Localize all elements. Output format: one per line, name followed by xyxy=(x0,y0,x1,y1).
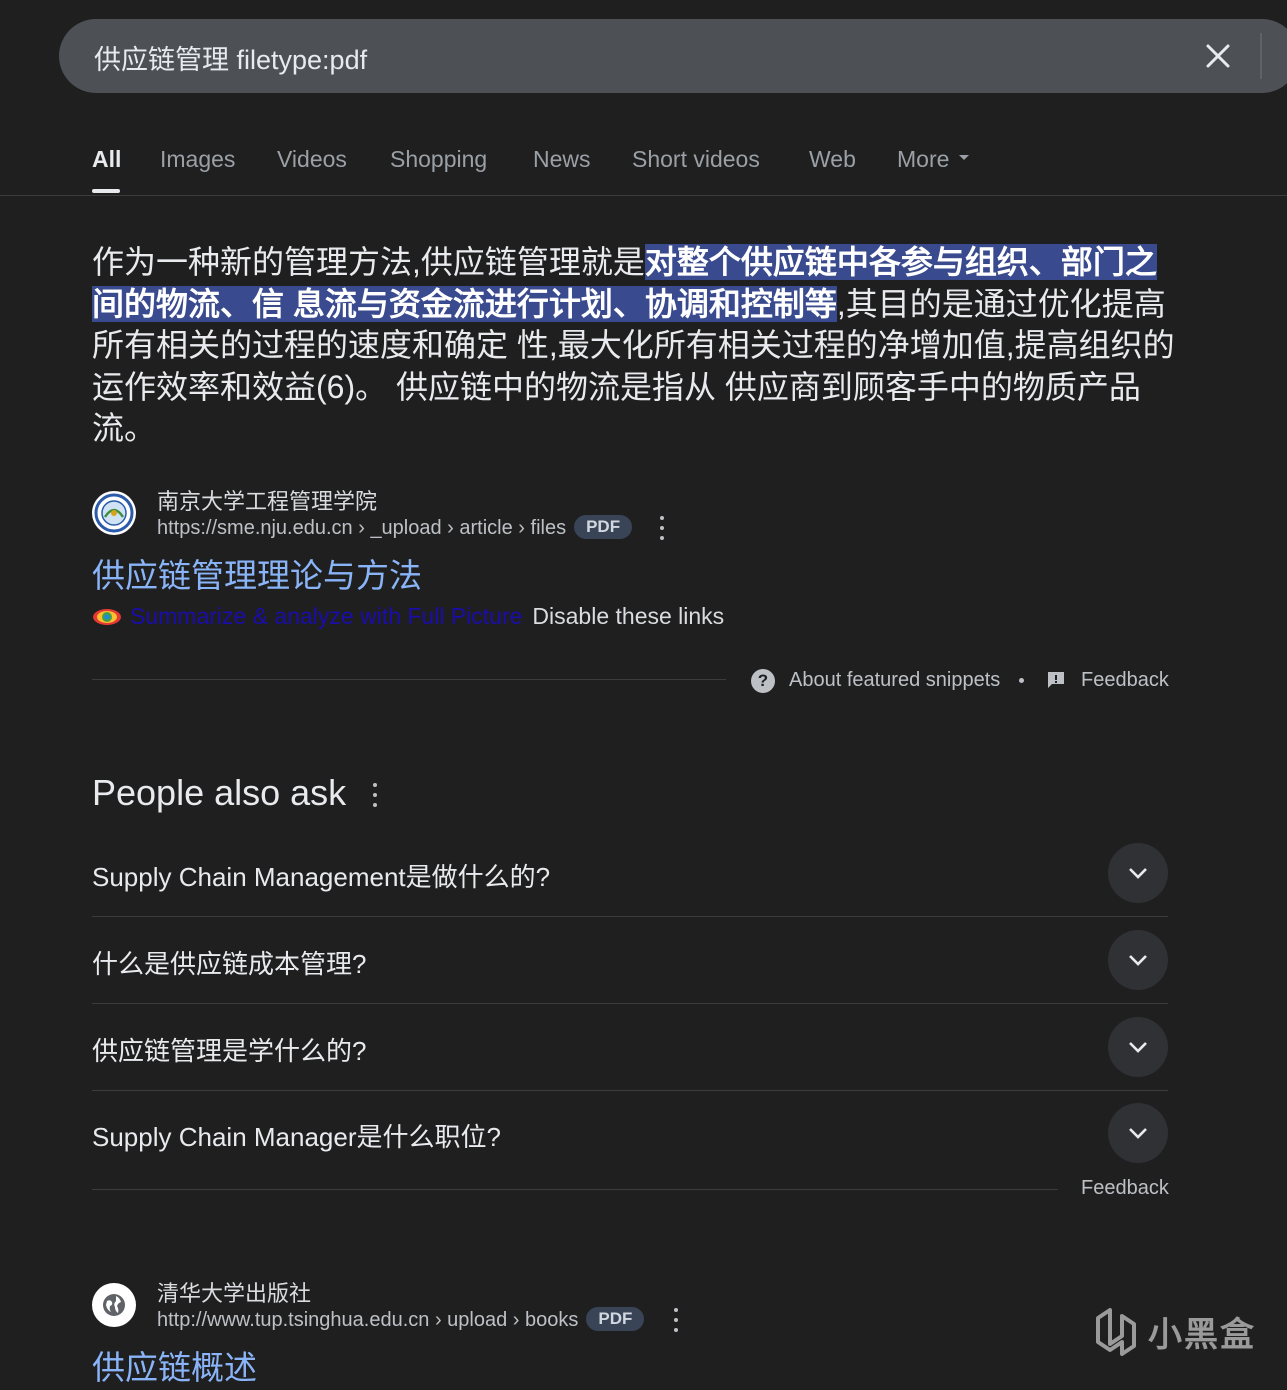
feedback-icon xyxy=(1048,672,1064,688)
about-featured-snippets-link[interactable]: About featured snippets xyxy=(789,669,1000,692)
chevron-down-icon xyxy=(1129,1042,1147,1053)
paa-options-icon[interactable] xyxy=(372,783,378,807)
active-tab-indicator xyxy=(92,189,120,193)
chevron-down-icon xyxy=(1129,1128,1147,1139)
paa-question-text: Supply Chain Manager是什么职位? xyxy=(92,1122,501,1152)
tab-shopping[interactable]: Shopping xyxy=(390,146,487,173)
disable-links-link[interactable]: Disable these links xyxy=(532,603,724,629)
separator-dot xyxy=(1019,678,1024,683)
result-options-icon[interactable] xyxy=(659,516,665,540)
tab-short-videos[interactable]: Short videos xyxy=(632,146,760,173)
paa-question[interactable]: 什么是供应链成本管理? xyxy=(92,917,1168,1004)
globe-icon xyxy=(103,1294,125,1316)
tab-images[interactable]: Images xyxy=(160,146,235,173)
snippet-feedback-link[interactable]: Feedback xyxy=(1081,669,1169,692)
paa-question[interactable]: Supply Chain Management是做什么的? xyxy=(92,830,1168,917)
site-url[interactable]: https://sme.nju.edu.cn › _upload › artic… xyxy=(157,515,633,540)
paa-question-text: Supply Chain Management是做什么的? xyxy=(92,862,551,892)
paa-question-text: 供应链管理是学什么的? xyxy=(92,1036,367,1066)
watermark-text: 小黑盒 xyxy=(1148,1315,1256,1354)
site-url[interactable]: http://www.tup.tsinghua.edu.cn › upload … xyxy=(157,1307,645,1332)
result-title-link[interactable]: 供应链管理理论与方法 xyxy=(92,549,422,597)
help-icon: ? xyxy=(751,669,775,693)
featured-snippet-text: 作为一种新的管理方法,供应链管理就是对整个供应链中各参与组织、部门之间的物流、信… xyxy=(92,242,1182,450)
tab-all[interactable]: All xyxy=(92,146,121,173)
paa-question-text: 什么是供应链成本管理? xyxy=(92,949,367,979)
result-options-icon[interactable] xyxy=(673,1308,679,1332)
chevron-down-icon xyxy=(1129,868,1147,879)
search-tabs: All Images Videos Shopping News Short vi… xyxy=(0,140,1287,196)
people-also-ask-title: People also ask xyxy=(92,772,347,813)
full-picture-eye-icon xyxy=(93,609,121,625)
university-seal-icon xyxy=(94,493,134,533)
pdf-badge: PDF xyxy=(574,515,633,539)
tab-more-label: More xyxy=(897,146,950,172)
snippet-divider xyxy=(92,679,726,680)
result-title-link[interactable]: 供应链概述 xyxy=(92,1341,257,1389)
expand-button[interactable] xyxy=(1108,843,1168,903)
paa-divider xyxy=(92,1189,1058,1190)
site-name: 清华大学出版社 xyxy=(157,1281,312,1306)
tab-news[interactable]: News xyxy=(533,146,591,173)
close-icon xyxy=(1206,44,1230,68)
snippet-text-before: 作为一种新的管理方法,供应链管理就是 xyxy=(92,244,645,280)
expand-button[interactable] xyxy=(1108,930,1168,990)
paa-feedback-link[interactable]: Feedback xyxy=(1081,1177,1169,1200)
xiaoheihe-logo-icon xyxy=(1096,1308,1136,1356)
paa-question[interactable]: Supply Chain Manager是什么职位? xyxy=(92,1090,1168,1176)
paa-question[interactable]: 供应链管理是学什么的? xyxy=(92,1004,1168,1091)
expand-button[interactable] xyxy=(1108,1017,1168,1077)
site-name: 南京大学工程管理学院 xyxy=(157,489,378,514)
extension-links: Summarize & analyze with Full Picture Dis… xyxy=(92,603,724,630)
tab-web[interactable]: Web xyxy=(809,146,856,173)
search-bar[interactable]: 供应链管理 filetype:pdf xyxy=(59,19,1287,93)
summarize-link[interactable]: Summarize & analyze with Full Picture xyxy=(130,603,522,629)
search-input[interactable]: 供应链管理 filetype:pdf xyxy=(94,38,367,77)
clear-search-button[interactable] xyxy=(1199,37,1237,75)
pdf-badge: PDF xyxy=(586,1307,645,1331)
site-favicon xyxy=(92,491,136,535)
search-results-page: 供应链管理 filetype:pdf All Images Videos Sho… xyxy=(0,0,1287,1390)
chevron-down-icon xyxy=(1129,955,1147,966)
tab-videos[interactable]: Videos xyxy=(277,146,347,173)
site-url-text: http://www.tup.tsinghua.edu.cn › upload … xyxy=(157,1309,579,1331)
search-bar-divider xyxy=(1260,33,1262,79)
site-url-text: https://sme.nju.edu.cn › _upload › artic… xyxy=(157,517,567,539)
caret-down-icon xyxy=(959,155,970,161)
expand-button[interactable] xyxy=(1108,1103,1168,1163)
site-favicon xyxy=(92,1283,136,1327)
tab-more[interactable]: More xyxy=(897,146,970,173)
xiaoheihe-watermark: 小黑盒 xyxy=(1094,1305,1256,1357)
